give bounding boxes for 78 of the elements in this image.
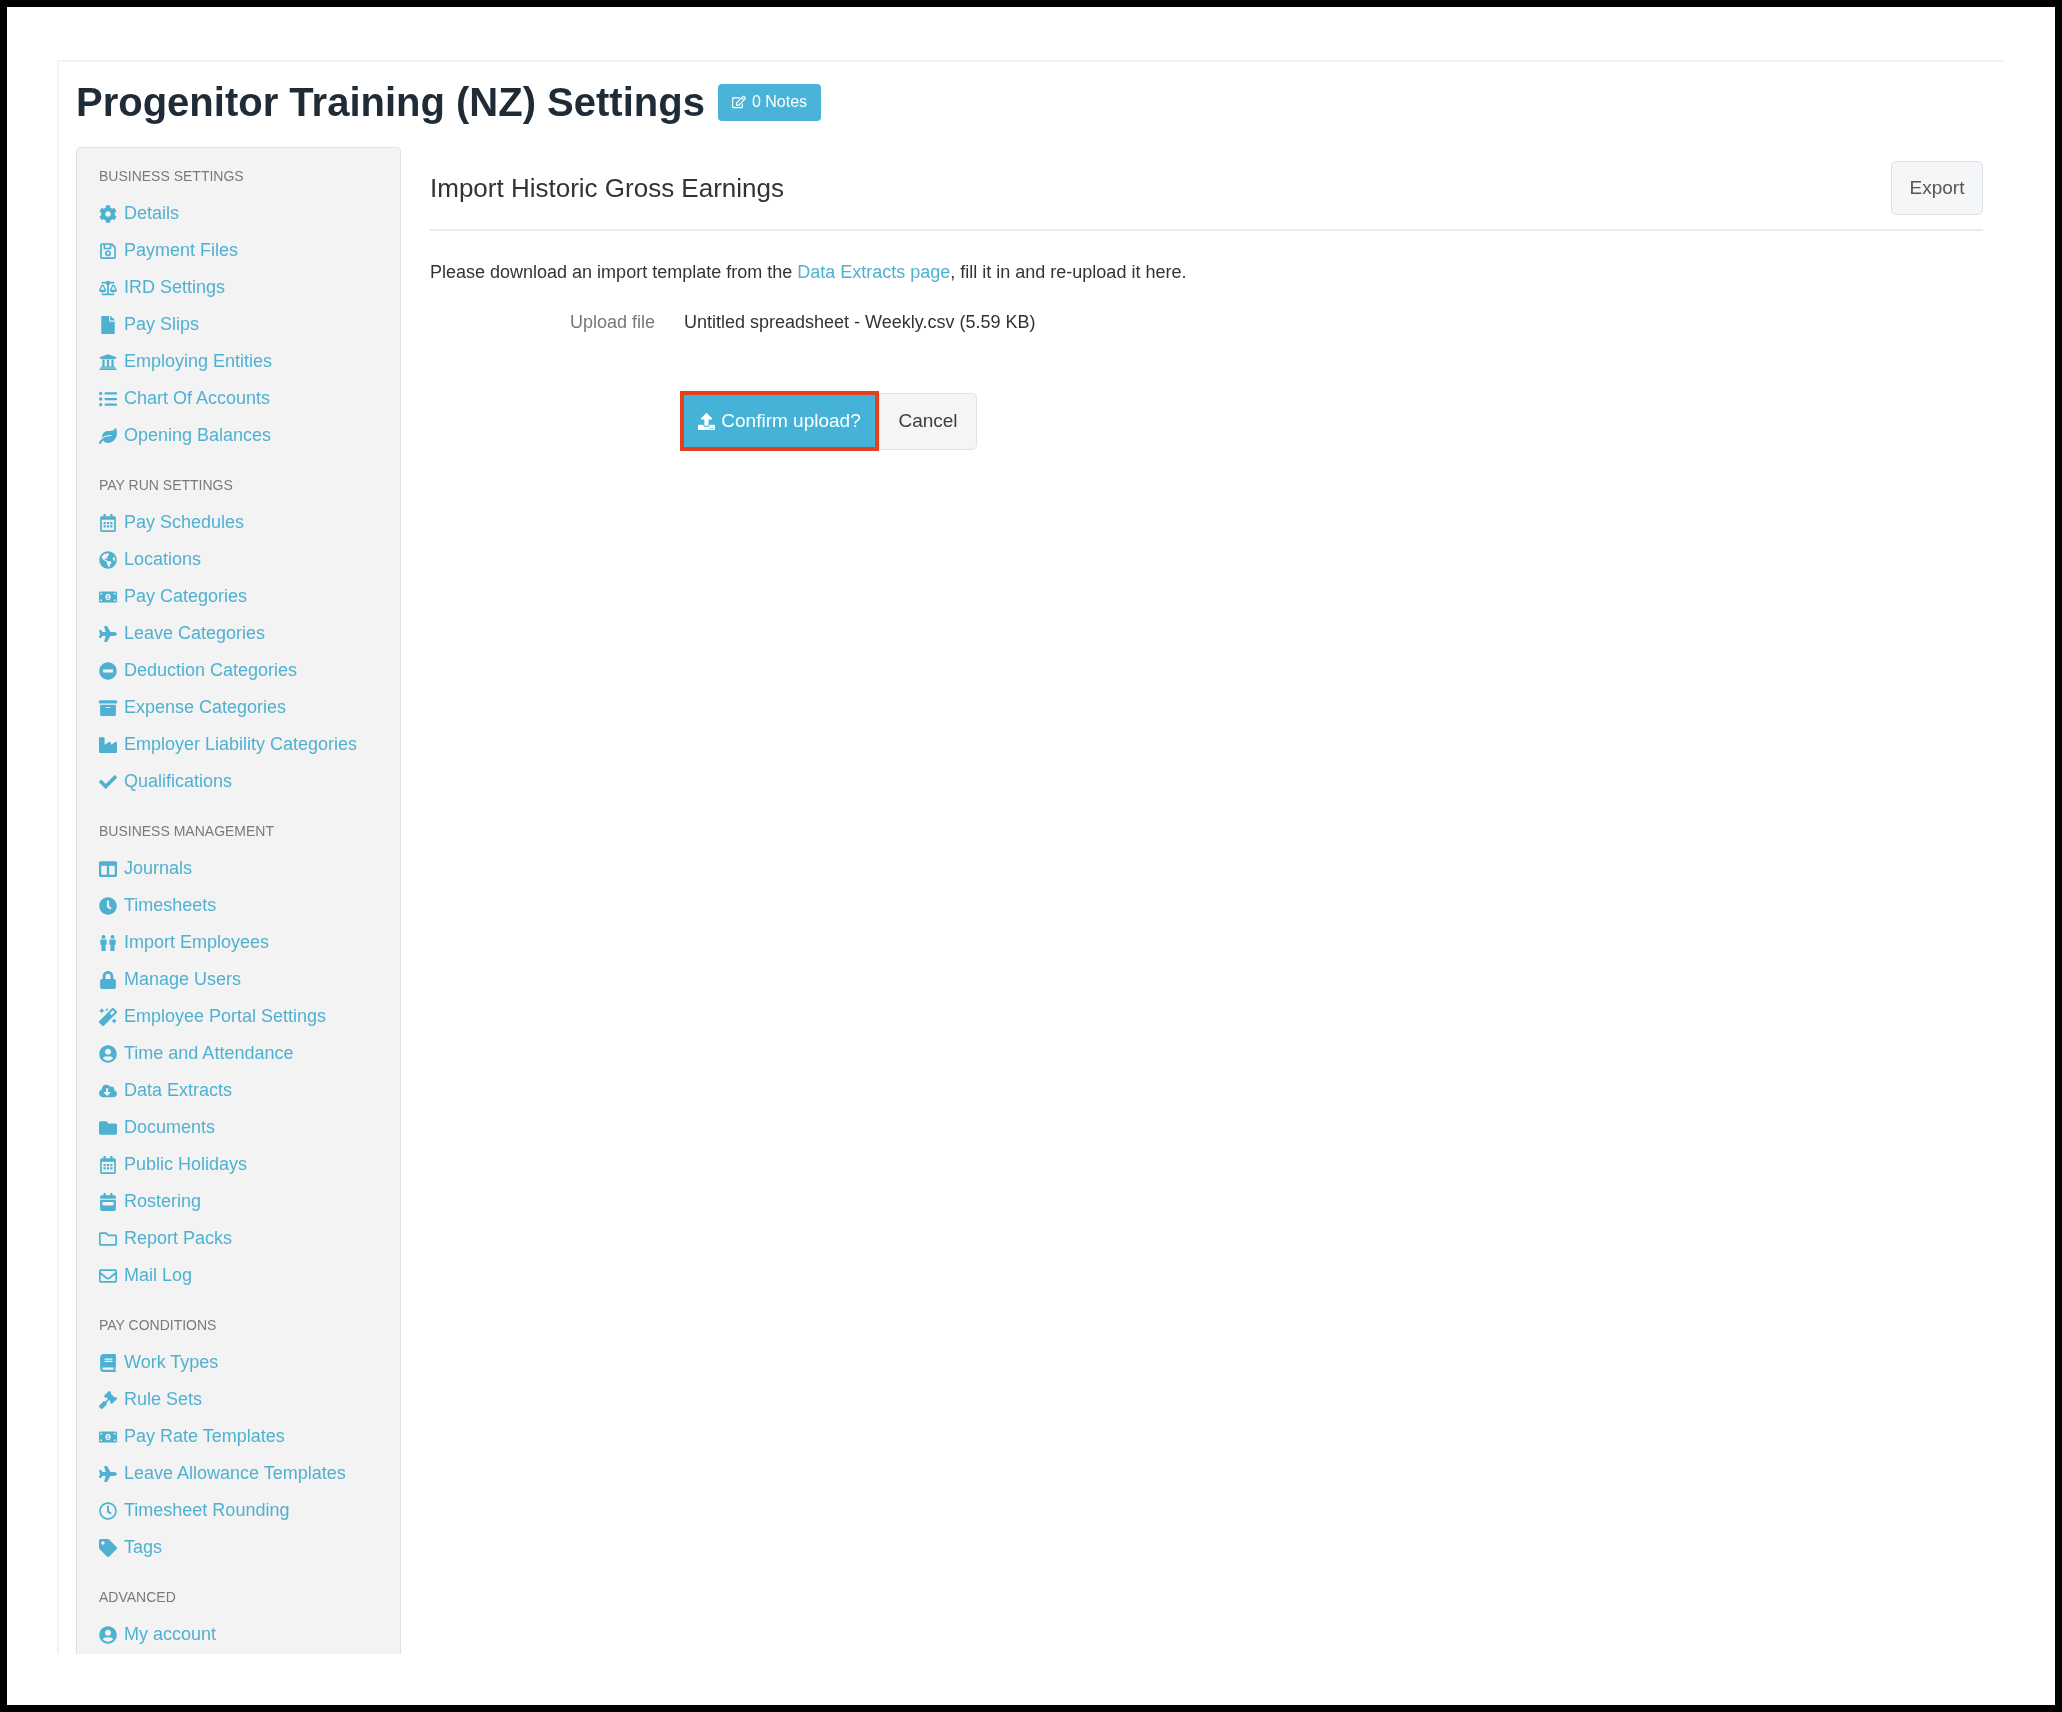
file-icon (99, 315, 117, 334)
archive-box-icon (99, 698, 117, 717)
sidebar-item[interactable]: Deduction Categories (99, 652, 400, 689)
envelope-icon (99, 1266, 117, 1285)
magic-wand-icon (99, 1007, 117, 1026)
panel-title: Import Historic Gross Earnings (430, 171, 784, 205)
section-heading: PAY RUN SETTINGS (99, 476, 234, 495)
plane-icon (99, 1464, 117, 1483)
sidebar-item[interactable]: Chart Of Accounts (99, 380, 400, 417)
cancel-button[interactable]: Cancel (879, 392, 977, 450)
notes-button[interactable]: 0 Notes (717, 83, 822, 121)
factory-icon (99, 735, 117, 754)
sidebar-item[interactable]: Mail Log (99, 1257, 400, 1294)
section-heading: PAY CONDITIONS (99, 1316, 218, 1335)
folder-icon (99, 1118, 117, 1137)
page-title: Progenitor Training (NZ) Settings (76, 79, 705, 126)
sidebar-item[interactable]: Import Employees (99, 924, 400, 961)
columns-icon (99, 859, 117, 878)
sidebar-item[interactable]: Details (99, 195, 400, 232)
confirm-upload-button[interactable]: Confirm upload? (680, 391, 879, 451)
sidebar-item[interactable]: Time and Attendance (99, 1035, 400, 1072)
sidebar-item[interactable]: Report Packs (99, 1220, 400, 1257)
sidebar-item[interactable]: Rostering (99, 1183, 400, 1220)
section-heading: BUSINESS SETTINGS (99, 167, 245, 186)
file-name-text: Untitled spreadsheet - Weekly.csv (5.59 KB) (684, 310, 1036, 334)
sidebar-item[interactable]: Expense Categories (99, 689, 400, 726)
section-heading: BUSINESS MANAGEMENT (99, 822, 276, 841)
sidebar-item[interactable]: Pay Categories (99, 578, 400, 615)
export-button[interactable]: Export (1891, 161, 1983, 215)
check-icon (99, 772, 117, 791)
lock-icon (99, 970, 117, 989)
sidebar-item[interactable]: Rule Sets (99, 1381, 400, 1418)
sidebar-item[interactable]: Work Types (99, 1344, 400, 1381)
sidebar-item[interactable]: Timesheet Rounding (99, 1492, 400, 1529)
sidebar-item[interactable]: Manage Users (99, 961, 400, 998)
calendar-icon (99, 1192, 117, 1211)
section-heading: ADVANCED (99, 1588, 177, 1607)
sidebar-item[interactable]: Tags (99, 1529, 400, 1566)
sidebar-item[interactable]: Qualifications (99, 763, 400, 800)
list-icon (99, 389, 117, 408)
globe-icon (99, 550, 117, 569)
calendar-icon (99, 1155, 117, 1174)
leaf-icon (99, 426, 117, 445)
sidebar-item[interactable]: Pay Rate Templates (99, 1418, 400, 1455)
instruction-text: Please download an import template from the Data Extracts page, fill it in and re-upload it here. (430, 261, 1188, 284)
sidebar-item[interactable]: Documents (99, 1109, 400, 1146)
sidebar-item[interactable]: My account (99, 1616, 400, 1653)
clock-icon (99, 896, 117, 915)
folder-icon (99, 1229, 117, 1248)
sidebar-item[interactable]: Pay Schedules (99, 504, 400, 541)
data-extracts-link[interactable]: Data Extracts page (797, 262, 951, 282)
edit-icon (731, 95, 746, 109)
sidebar-item[interactable]: Employer Liability Categories (99, 726, 400, 763)
sidebar-item[interactable]: Timesheets (99, 887, 400, 924)
sidebar-item[interactable]: Pay Slips (99, 306, 400, 343)
bank-building-icon (99, 352, 117, 371)
scales-icon (99, 278, 117, 297)
gear-icon (99, 204, 117, 223)
tag-icon (99, 1538, 117, 1557)
people-icon (99, 933, 117, 952)
sidebar-item[interactable]: Employing Entities (99, 343, 400, 380)
upload-icon (698, 412, 716, 430)
plane-icon (99, 624, 117, 643)
gavel-icon (99, 1390, 117, 1409)
sidebar-item[interactable]: Data Extracts (99, 1072, 400, 1109)
sidebar-item[interactable]: Employee Portal Settings (99, 998, 400, 1035)
sidebar-item[interactable]: IRD Settings (99, 269, 400, 306)
sidebar-item[interactable]: Payment Files (99, 232, 400, 269)
calendar-icon (99, 513, 117, 532)
sidebar-item[interactable]: Leave Categories (99, 615, 400, 652)
sidebar-item[interactable]: Leave Allowance Templates (99, 1455, 400, 1492)
sidebar-item[interactable]: Journals (99, 850, 400, 887)
clock-icon (99, 1501, 117, 1520)
sidebar-item[interactable]: Opening Balances (99, 417, 400, 454)
upload-file-label: Upload file (568, 310, 655, 334)
sidebar-item[interactable]: Locations (99, 541, 400, 578)
book-icon (99, 1353, 117, 1372)
sidebar-item[interactable]: Public Holidays (99, 1146, 400, 1183)
